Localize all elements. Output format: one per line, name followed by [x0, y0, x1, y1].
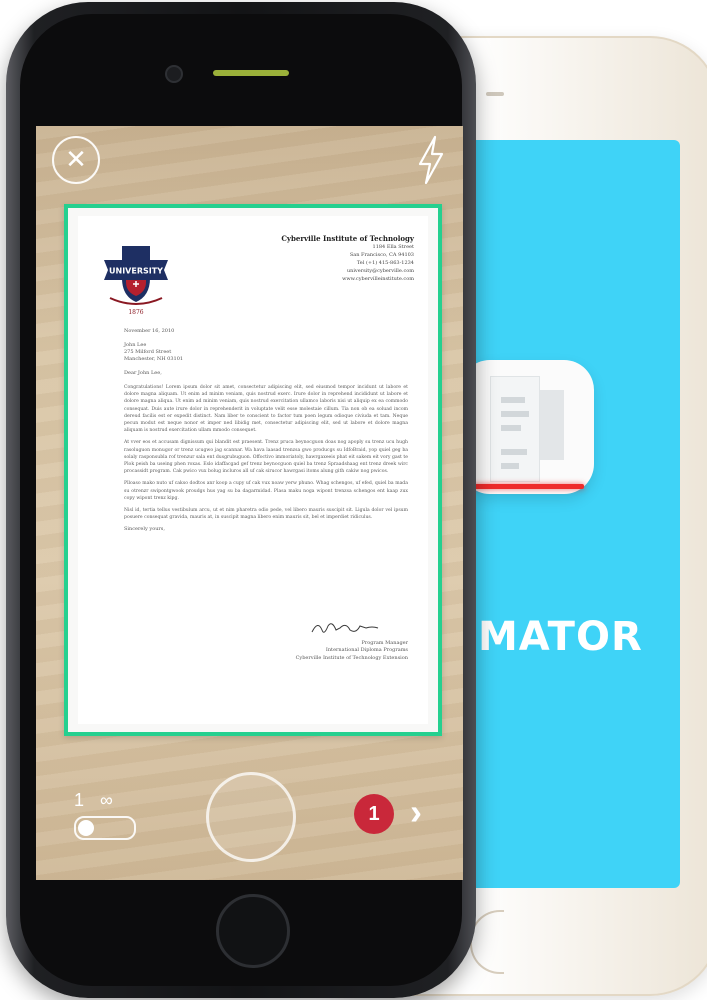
shutter-button[interactable]: [206, 772, 296, 862]
chevron-right-icon[interactable]: ›: [410, 790, 422, 834]
app-icon-doc-line: [501, 397, 525, 403]
letter-paragraph: Congratulations! Lorem ipsum dolor sit a…: [124, 385, 408, 434]
signature-line: Cyberville Institute of Technology Exten…: [295, 654, 408, 661]
recipient-line: 275 Milford Street: [124, 349, 172, 355]
letter-paragraph: Nisl id, tertia tellus vestibulum arcu, …: [124, 508, 408, 521]
camera-viewfinder: ✕ UNIVERSITY 1876 Cyberville Institute o…: [36, 126, 463, 880]
page-count-badge[interactable]: 1: [354, 794, 394, 834]
crest-year: 1876: [128, 309, 143, 316]
letterhead-address: Cyberville Institute of Technology 1184 …: [281, 234, 414, 283]
app-icon-doc-line: [501, 449, 527, 455]
letterhead-line: 1184 Ella Street: [372, 244, 414, 250]
infinite-mode-label: ∞: [100, 790, 113, 810]
earpiece-speaker: [213, 70, 289, 76]
flash-icon[interactable]: [414, 134, 448, 186]
app-icon-doc-line: [501, 411, 529, 417]
front-camera: [165, 65, 183, 83]
signature-line: International Diploma Programs: [325, 647, 408, 654]
app-icon-doc-front: [490, 376, 540, 482]
signature-block: Program Manager International Diploma Pr…: [296, 640, 408, 662]
single-mode-label: 1: [74, 790, 85, 810]
letter-paragraph: At vver eos et accusam dignissum qui bla…: [124, 440, 408, 475]
letter-date: November 16, 2010: [124, 328, 175, 334]
close-icon[interactable]: ✕: [52, 136, 100, 184]
app-icon-doc-line: [501, 425, 521, 431]
salutation: Dear John Lee,: [124, 370, 162, 376]
app-icon-doc-line: [501, 463, 519, 469]
signature-line: Program Manager: [361, 640, 408, 646]
app-splash-screen: MATOR: [470, 140, 680, 888]
document-detection-frame: UNIVERSITY 1876 Cyberville Institute of …: [64, 204, 442, 736]
back-phone-speaker: [486, 92, 504, 96]
app-name: MATOR: [478, 614, 643, 660]
crest-banner-text: UNIVERSITY: [109, 267, 163, 276]
university-crest: UNIVERSITY 1876: [104, 246, 168, 316]
letter-paragraph: Plloaso mako nuto uf cakso dodtos anr ko…: [124, 481, 408, 501]
toggle-knob: [78, 820, 94, 836]
recipient-address: John Lee 275 Milford Street Manchester, …: [124, 342, 408, 363]
batch-mode-toggle[interactable]: [74, 816, 136, 840]
recipient-line: John Lee: [124, 342, 147, 348]
closing: Sincerely yours,: [124, 526, 165, 533]
letterhead-line: Tel (+1) 415-863-1234: [356, 260, 414, 266]
home-button[interactable]: [216, 894, 290, 968]
scan-line: [470, 484, 584, 489]
letter-body: November 16, 2010 John Lee 275 Milford S…: [124, 328, 408, 533]
front-phone: ✕ UNIVERSITY 1876 Cyberville Institute o…: [6, 2, 476, 998]
handwritten-signature: [311, 623, 379, 633]
scanned-document: UNIVERSITY 1876 Cyberville Institute of …: [78, 216, 428, 724]
organization-name: Cyberville Institute of Technology: [281, 234, 414, 243]
document-scan-icon: [470, 360, 594, 494]
letterhead-line: San Francisco, CA 94103: [349, 252, 414, 258]
batch-mode-labels: 1 ∞: [74, 790, 113, 811]
letterhead-line: www.cybervilleinstitute.com: [342, 276, 414, 282]
letterhead-line: university@cyberville.com: [346, 268, 414, 274]
recipient-line: Manchester, NH 03101: [124, 356, 184, 362]
